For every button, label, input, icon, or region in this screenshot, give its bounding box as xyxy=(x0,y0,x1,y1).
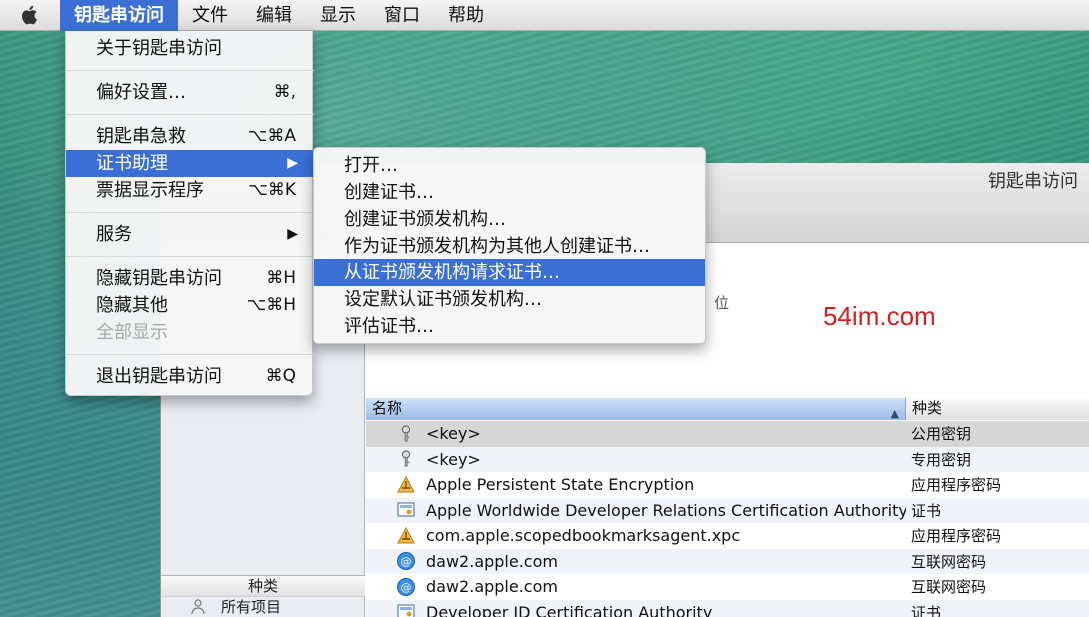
row-kind: 互联网密码 xyxy=(911,552,987,571)
menu-separator xyxy=(66,354,314,355)
table-row[interactable]: @ daw2.apple.com 互联网密码 xyxy=(366,574,1089,600)
certificate-icon xyxy=(394,602,418,617)
menu-item-certificate-assistant[interactable]: 证书助理 ▶ xyxy=(66,150,314,177)
row-name: <key> xyxy=(426,424,481,444)
column-name-header[interactable]: 名称 ▲ xyxy=(366,398,906,420)
table-header: 名称 ▲ 种类 xyxy=(366,398,1089,420)
key-icon xyxy=(394,424,418,444)
menu-item-quit-label: 退出钥匙串访问 xyxy=(96,366,222,387)
table-row[interactable]: com.apple.scopedbookmarksagent.xpc 应用程序密码 xyxy=(366,523,1089,549)
category-all-items[interactable]: 所有项目 xyxy=(161,597,365,617)
column-name-label: 名称 xyxy=(372,399,403,417)
table-rows: <key> 公用密钥 <key> 专用密钥 Apple Persistent State… xyxy=(366,421,1089,617)
menu-item-quit[interactable]: 退出钥匙串访问 ⌘Q xyxy=(66,363,314,390)
submenu-item-evaluate-certificate[interactable]: 评估证书… xyxy=(314,313,705,340)
column-kind-header[interactable]: 种类 xyxy=(906,398,1089,420)
menu-item-show-all: 全部显示 xyxy=(66,319,314,346)
certificate-icon xyxy=(394,500,418,520)
menu-item-services[interactable]: 服务 ▶ xyxy=(66,221,314,248)
table-row[interactable]: Developer ID Certification Authority 证书 xyxy=(366,599,1089,617)
people-icon xyxy=(191,599,205,615)
menu-item-ticket-viewer[interactable]: 票据显示程序 ⌥⌘K xyxy=(66,177,314,204)
menu-view[interactable]: 显示 xyxy=(306,0,370,31)
internet-password-icon: @ xyxy=(394,577,418,597)
submenu-item-create-cert-for-others[interactable]: 作为证书颁发机构为其他人创建证书… xyxy=(314,233,705,260)
svg-text:@: @ xyxy=(401,555,412,568)
menu-help[interactable]: 帮助 xyxy=(434,0,498,31)
row-name: daw2.apple.com xyxy=(426,577,558,597)
menu-item-preferences-shortcut: ⌘, xyxy=(273,82,296,102)
menu-item-preferences[interactable]: 偏好设置… ⌘, xyxy=(66,79,314,106)
menu-edit[interactable]: 编辑 xyxy=(242,0,306,31)
menu-item-ticket-viewer-label: 票据显示程序 xyxy=(96,180,204,201)
table-row[interactable]: <key> 专用密钥 xyxy=(366,446,1089,472)
row-name: daw2.apple.com xyxy=(426,551,558,571)
menu-item-hide-others-label: 隐藏其他 xyxy=(96,295,168,316)
menu-item-keychain-first-aid-label: 钥匙串急救 xyxy=(96,126,186,147)
row-kind: 应用程序密码 xyxy=(911,527,1002,546)
submenu-item-open[interactable]: 打开… xyxy=(314,152,705,179)
info-partial-text: 位 xyxy=(714,294,730,312)
menu-item-about-label: 关于钥匙串访问 xyxy=(96,38,222,59)
table-row[interactable]: <key> 公用密钥 xyxy=(366,421,1089,447)
row-name: com.apple.scopedbookmarksagent.xpc xyxy=(426,526,741,546)
watermark-text: 54im.com xyxy=(823,301,936,331)
menu-item-quit-shortcut: ⌘Q xyxy=(265,366,296,386)
menu-separator xyxy=(66,114,314,115)
svg-text:@: @ xyxy=(401,581,412,594)
row-name: Apple Worldwide Developer Relations Cert… xyxy=(426,500,906,520)
internet-password-icon: @ xyxy=(394,551,418,571)
column-kind-label: 种类 xyxy=(912,399,943,417)
menu-item-hide-app-shortcut: ⌘H xyxy=(266,268,296,288)
menu-item-hide-others[interactable]: 隐藏其他 ⌥⌘H xyxy=(66,292,314,319)
apple-icon[interactable] xyxy=(0,0,60,31)
submenu-item-set-default-ca[interactable]: 设定默认证书颁发机构… xyxy=(314,286,705,313)
submenu-arrow-icon: ▶ xyxy=(287,226,298,242)
menu-item-ticket-viewer-shortcut: ⌥⌘K xyxy=(248,180,296,200)
submenu-item-create-ca[interactable]: 创建证书颁发机构… xyxy=(314,206,705,233)
menu-item-keychain-first-aid-shortcut: ⌥⌘A xyxy=(247,126,296,146)
row-kind: 专用密钥 xyxy=(911,450,972,469)
category-all-items-label: 所有项目 xyxy=(221,598,282,616)
table-row[interactable]: Apple Persistent State Encryption 应用程序密码 xyxy=(366,472,1089,498)
table-row[interactable]: Apple Worldwide Developer Relations Cert… xyxy=(366,497,1089,523)
menu-separator xyxy=(66,256,314,257)
menu-item-preferences-label: 偏好设置… xyxy=(96,82,186,103)
row-name: Apple Persistent State Encryption xyxy=(426,475,695,495)
menu-keychain-access[interactable]: 钥匙串访问 xyxy=(60,0,178,31)
row-kind: 公用密钥 xyxy=(911,425,972,444)
menu-item-hide-app[interactable]: 隐藏钥匙串访问 ⌘H xyxy=(66,265,314,292)
menu-item-keychain-first-aid[interactable]: 钥匙串急救 ⌥⌘A xyxy=(66,123,314,150)
menu-item-hide-others-shortcut: ⌥⌘H xyxy=(246,295,296,315)
menu-bar: 钥匙串访问 文件 编辑 显示 窗口 帮助 xyxy=(0,0,1089,31)
row-name: Developer ID Certification Authority xyxy=(426,602,713,617)
menu-separator xyxy=(66,70,314,71)
table-row[interactable]: @ daw2.apple.com 互联网密码 xyxy=(366,548,1089,574)
menu-item-about[interactable]: 关于钥匙串访问 xyxy=(66,35,314,62)
app-password-icon xyxy=(394,475,418,495)
menu-item-show-all-label: 全部显示 xyxy=(96,322,168,343)
menu-separator xyxy=(66,212,314,213)
row-kind: 应用程序密码 xyxy=(911,476,1002,495)
menu-file[interactable]: 文件 xyxy=(178,0,242,31)
menu-item-services-label: 服务 xyxy=(96,224,132,245)
row-name: <key> xyxy=(426,449,481,469)
menu-window[interactable]: 窗口 xyxy=(370,0,434,31)
category-header: 种类 xyxy=(161,575,365,597)
menu-item-certificate-assistant-label: 证书助理 xyxy=(96,153,168,174)
row-kind: 证书 xyxy=(911,603,942,617)
submenu-arrow-icon: ▶ xyxy=(287,155,298,171)
app-password-icon xyxy=(394,526,418,546)
keychain-access-menu: 关于钥匙串访问 偏好设置… ⌘, 钥匙串急救 ⌥⌘A 证书助理 ▶ 票据显示程序… xyxy=(65,31,314,396)
menu-item-hide-app-label: 隐藏钥匙串访问 xyxy=(96,268,222,289)
window-title: 钥匙串访问 xyxy=(988,171,1078,192)
key-icon xyxy=(394,449,418,469)
submenu-item-create-certificate[interactable]: 创建证书… xyxy=(314,179,705,206)
row-kind: 证书 xyxy=(911,501,942,520)
items-table: 名称 ▲ 种类 <key> 公用密钥 <key> 专用密钥 Apple Persiste… xyxy=(366,398,1089,617)
certificate-assistant-submenu: 打开… 创建证书… 创建证书颁发机构… 作为证书颁发机构为其他人创建证书… 从证… xyxy=(313,147,706,344)
submenu-item-request-from-ca[interactable]: 从证书颁发机构请求证书… xyxy=(314,259,705,286)
row-kind: 互联网密码 xyxy=(911,578,987,597)
